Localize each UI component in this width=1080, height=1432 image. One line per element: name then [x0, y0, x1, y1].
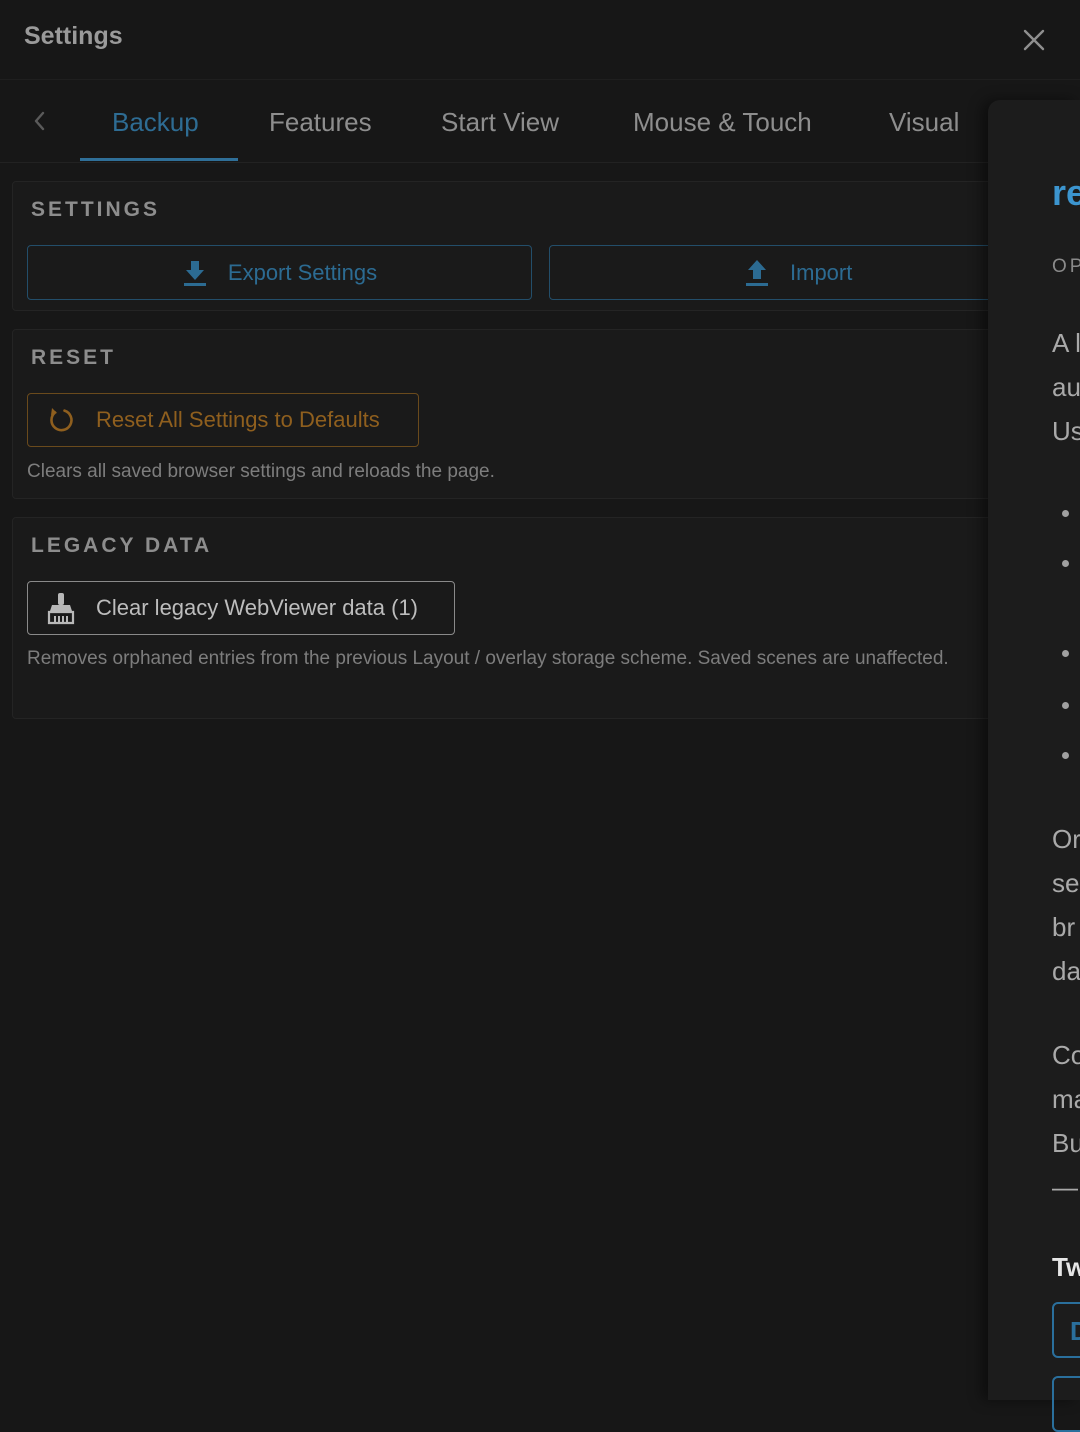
reset-card: RESET Reset All Settings to Defaults Cle…: [12, 329, 1002, 499]
panel-subtitle-fragment: OP: [1052, 256, 1080, 277]
tab-mouse-touch[interactable]: Mouse & Touch: [633, 107, 812, 138]
broom-icon: [46, 591, 76, 625]
side-panel: re OP A l au Us Or se br da Co ma Bu — T…: [988, 100, 1080, 1432]
close-icon[interactable]: [1018, 24, 1050, 56]
list-bullet: [1062, 650, 1069, 657]
panel-para1-line: au: [1052, 372, 1080, 402]
list-bullet: [1062, 752, 1069, 759]
download-icon: [182, 259, 208, 287]
dialog-title: Settings: [24, 22, 123, 50]
panel-para3-line: Co: [1052, 1040, 1080, 1070]
import-settings-button[interactable]: Import: [549, 245, 1019, 300]
legacy-hint: Removes orphaned entries from the previo…: [27, 648, 949, 669]
panel-button-label: D: [1070, 1316, 1080, 1346]
list-bullet: [1062, 510, 1069, 517]
panel-para2-line: Or: [1052, 824, 1080, 854]
export-settings-button[interactable]: Export Settings: [27, 245, 532, 300]
dialog-header: Settings: [0, 0, 1080, 80]
upload-icon: [744, 259, 770, 287]
panel-button[interactable]: [1052, 1376, 1080, 1432]
panel-para2-line: br: [1052, 912, 1076, 942]
settings-section-title: SETTINGS: [31, 198, 161, 221]
reset-hint: Clears all saved browser settings and re…: [27, 461, 495, 482]
clear-legacy-data-button[interactable]: Clear legacy WebViewer data (1): [27, 581, 455, 635]
legacy-data-card: LEGACY DATA Clear legacy WebViewer data …: [12, 517, 1002, 719]
panel-para1-line: Us: [1052, 416, 1080, 446]
panel-para1-line: A l: [1052, 328, 1080, 358]
tab-start-view[interactable]: Start View: [441, 107, 559, 138]
panel-button[interactable]: D: [1052, 1302, 1080, 1358]
export-settings-label: Export Settings: [227, 259, 378, 285]
chevron-left-icon[interactable]: [26, 107, 54, 135]
active-tab-indicator: [80, 158, 238, 161]
list-bullet: [1062, 560, 1069, 567]
legacy-section-title: LEGACY DATA: [31, 534, 213, 557]
reset-button-label: Reset All Settings to Defaults: [96, 407, 380, 432]
panel-para2-line: se: [1052, 868, 1080, 898]
panel-para3-line: Bu: [1052, 1128, 1080, 1158]
import-label: Import: [790, 259, 853, 285]
tab-bar: Backup Features Start View Mouse & Touch…: [0, 81, 1080, 163]
settings-card: SETTINGS Export Settings Import: [12, 181, 1019, 311]
panel-title-fragment: re: [1052, 172, 1080, 213]
reset-icon: [46, 405, 76, 435]
tab-features[interactable]: Features: [269, 107, 372, 138]
list-bullet: [1062, 702, 1069, 709]
reset-section-title: RESET: [31, 346, 117, 369]
reset-defaults-button[interactable]: Reset All Settings to Defaults: [27, 393, 419, 447]
panel-heading-fragment: Tw: [1052, 1252, 1080, 1282]
panel-para3-line: —: [1052, 1172, 1078, 1202]
clear-legacy-label: Clear legacy WebViewer data (1): [96, 595, 419, 620]
tab-backup[interactable]: Backup: [112, 107, 199, 138]
panel-para3-line: ma: [1052, 1084, 1080, 1114]
panel-para2-line: da: [1052, 956, 1080, 986]
tab-visual[interactable]: Visual: [889, 107, 959, 138]
